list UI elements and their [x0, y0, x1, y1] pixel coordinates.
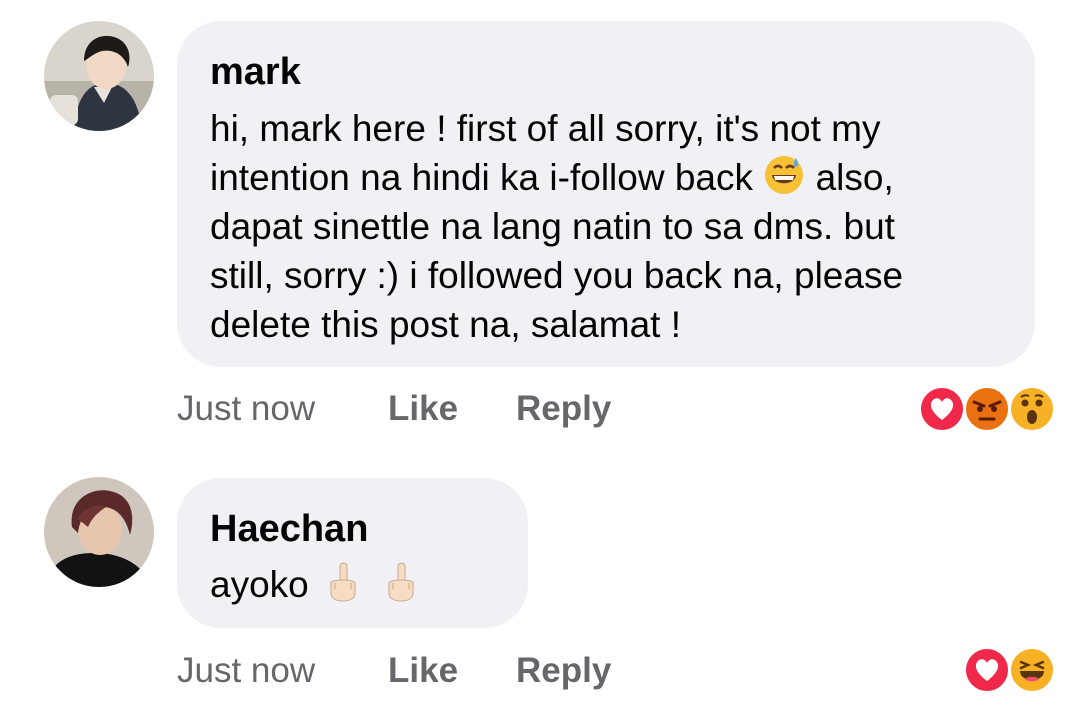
comment-text-line: ayoko	[210, 560, 419, 615]
comment-text-segment: also,	[815, 157, 894, 198]
comment-timestamp[interactable]: Just now	[177, 389, 315, 429]
comment-text-segment: intention na hindi ka i-follow back	[210, 157, 753, 198]
comment-timestamp[interactable]: Just now	[177, 651, 315, 691]
avatar[interactable]	[44, 477, 154, 587]
love-reaction-icon	[918, 385, 966, 433]
like-button[interactable]: Like	[388, 651, 458, 691]
avatar-photo-icon	[44, 21, 154, 131]
love-reaction-icon	[963, 646, 1011, 694]
angry-reaction-icon	[963, 385, 1011, 433]
comment-text-segment: ayoko	[210, 564, 309, 605]
reply-button[interactable]: Reply	[516, 651, 611, 691]
reply-button[interactable]: Reply	[516, 389, 611, 429]
avatar[interactable]	[44, 21, 154, 131]
grinning-sweat-emoji	[763, 154, 805, 208]
like-button[interactable]: Like	[388, 389, 458, 429]
comment-text-line: hi, mark here ! first of all sorry, it's…	[210, 108, 881, 149]
haha-reaction-icon	[1008, 646, 1056, 694]
avatar-photo-icon	[44, 477, 154, 587]
comment-text-line: intention na hindi ka i-follow back also…	[210, 153, 894, 208]
comment-author[interactable]: Haechan	[210, 507, 368, 551]
middle-finger-emoji	[383, 561, 419, 615]
comment-text-line: delete this post na, salamat !	[210, 304, 681, 345]
comment-text-line: dapat sinettle na lang natin to sa dms. …	[210, 206, 895, 247]
comment-author[interactable]: mark	[210, 50, 301, 94]
middle-finger-emoji	[325, 561, 361, 615]
comment-text-line: still, sorry :) i followed you back na, …	[210, 255, 904, 296]
wow-reaction-icon	[1008, 385, 1056, 433]
